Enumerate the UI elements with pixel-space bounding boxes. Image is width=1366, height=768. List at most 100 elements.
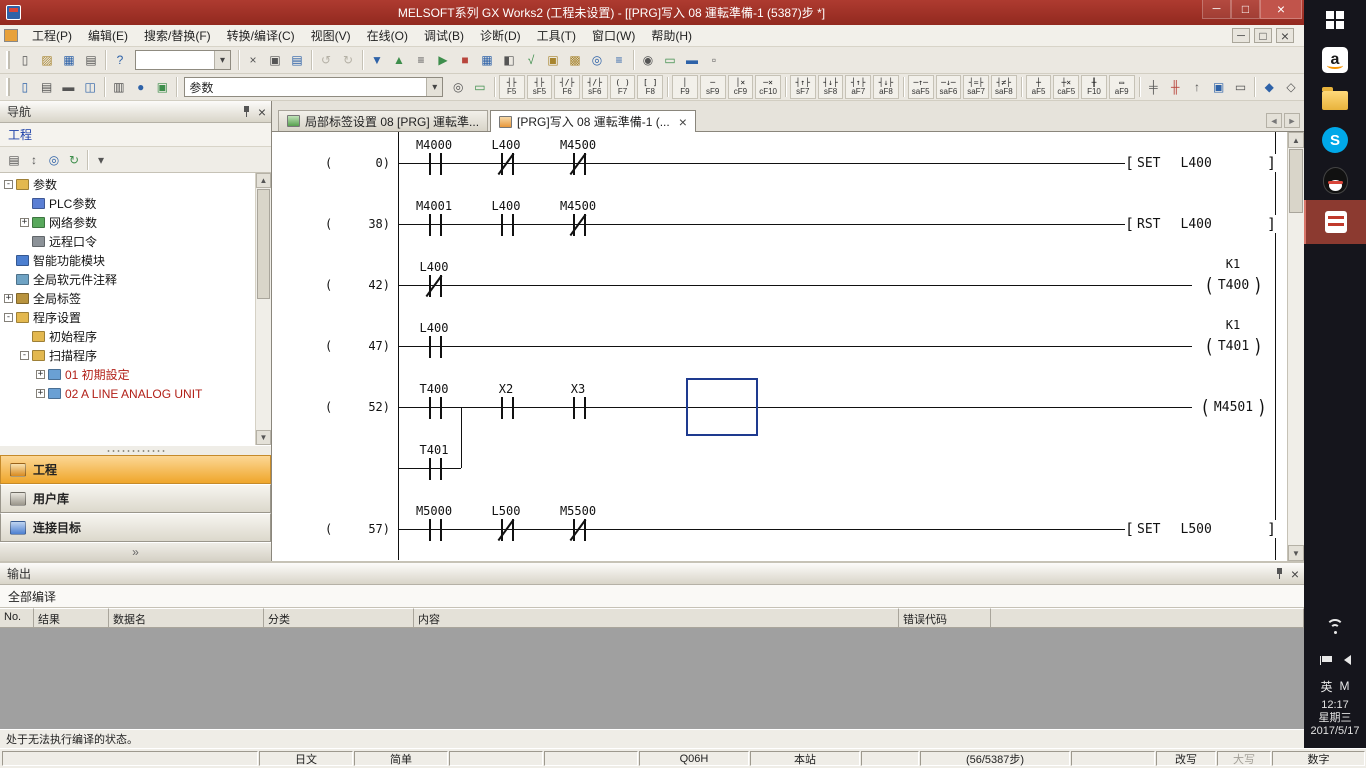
tree-item-initial-program[interactable]: 初始程序 [0,327,253,346]
taskbar-skype-button[interactable]: S [1304,120,1366,160]
scrollbar-thumb[interactable] [257,189,270,299]
ladder-key-caf5[interactable]: ┼×caF5 [1053,75,1079,99]
build-icon[interactable]: ▣ [542,49,564,71]
tree-item-parameter[interactable]: -参数 [0,175,253,194]
tree-item-global-label[interactable]: +全局标签 [0,289,253,308]
child-close-icon[interactable] [1276,28,1294,43]
network-button[interactable] [1304,607,1366,647]
cross-reference-icon[interactable]: ◎ [586,49,608,71]
tree-item-remote-password[interactable]: 远程口令 [0,232,253,251]
menu-online[interactable]: 在线(O) [359,25,416,46]
tree-item-program-setting[interactable]: -程序设置 [0,308,253,327]
taskbar-gx-works2-button[interactable] [1304,200,1366,244]
ladder-key-f9[interactable]: │F9 [672,75,698,99]
coil-M4501[interactable]: M4501 [1192,398,1275,416]
column-error-code[interactable]: 错误代码 [899,608,991,628]
contact-L400[interactable]: L400 [477,199,535,236]
ladder-key-saf6[interactable]: ─↓─saF6 [936,75,962,99]
column-category[interactable]: 分类 [264,608,414,628]
contact-L500-nc[interactable]: L500 [477,504,535,541]
vertical-scrollbar[interactable] [1287,132,1304,561]
menu-window[interactable]: 窗口(W) [584,25,643,46]
menu-tool[interactable]: 工具(T) [529,25,584,46]
expand-toggle[interactable]: + [20,218,29,227]
ladder-key-sf7[interactable]: ┤↑├sF7 [790,75,816,99]
zoom-icon[interactable]: ◉ [637,49,659,71]
program-check-icon[interactable]: √ [520,49,542,71]
tree-item-network-parameter[interactable]: +网络参数 [0,213,253,232]
edit-line-icon[interactable]: ╪ [1143,76,1165,98]
contact-M4000[interactable]: M4000 [405,138,463,175]
menu-find-replace[interactable]: 搜索/替换(F) [136,25,219,46]
input-language-indicator[interactable]: 英 M [1304,673,1366,699]
instruction-edit-icon[interactable]: ▣ [1208,76,1230,98]
ladder-rung-0[interactable]: ( 0) M4000 L400 M4500 SETL400 [272,132,1287,193]
expand-toggle[interactable]: + [36,370,45,379]
menu-view[interactable]: 视图(V) [303,25,359,46]
ladder-key-saf8[interactable]: ┤≠├saF8 [991,75,1017,99]
pulse-conversion-icon[interactable]: ↑ [1186,76,1208,98]
column-data-name[interactable]: 数据名 [109,608,264,628]
tray-icons[interactable] [1304,647,1366,673]
ladder-key-af9[interactable]: ▭aF9 [1109,75,1135,99]
column-no[interactable]: No. [0,608,34,628]
set-instruction[interactable]: SETL400 [1125,154,1276,172]
ladder-key-f10[interactable]: ╂F10 [1081,75,1107,99]
expand-toggle[interactable]: + [36,389,45,398]
close-panel-icon[interactable] [258,105,266,119]
tree-expand-icon[interactable]: ▤ [4,150,24,170]
open-icon[interactable]: ▨ [36,49,58,71]
save-icon[interactable]: ▦ [58,49,80,71]
menu-help[interactable]: 帮助(H) [643,25,700,46]
tree-item-program-01[interactable]: +01 初期設定 [0,365,253,384]
scroll-down-icon[interactable] [256,430,271,445]
ladder-key-saf7[interactable]: ┤=├saF7 [963,75,989,99]
element-selection-window-icon[interactable]: ▤ [36,76,58,98]
view-user-library-button[interactable]: 用户库 [0,484,271,513]
edit-cursor[interactable] [686,378,758,436]
dropdown-arrow-icon[interactable] [214,51,230,69]
device-use-list-icon[interactable]: ▥ [108,76,130,98]
device-list-icon[interactable]: ≡ [608,49,630,71]
tab-scroll-left-icon[interactable] [1266,113,1282,128]
contact-T401-branch[interactable]: T401 [405,443,463,480]
tree-item-plc-parameter[interactable]: PLC参数 [0,194,253,213]
contact-X3[interactable]: X3 [549,382,607,419]
output-window-icon[interactable]: ▬ [58,76,80,98]
start-button[interactable] [1304,0,1366,40]
menu-edit[interactable]: 编辑(E) [80,25,136,46]
data-combobox[interactable]: 参数 [184,77,443,97]
taskbar-qq-button[interactable] [1304,160,1366,200]
copy-icon[interactable]: ▣ [264,49,286,71]
expand-toggle[interactable]: - [4,313,13,322]
expand-toggle[interactable]: - [4,180,13,189]
maximize-button[interactable] [1231,0,1260,19]
monitor-start-icon[interactable]: ▶ [432,49,454,71]
read-mode-icon[interactable]: ◇ [1280,76,1302,98]
view-connection-destination-button[interactable]: 连接目标 [0,513,271,542]
module-monitor-icon[interactable]: ▣ [152,76,174,98]
sort-icon[interactable]: ↕ [24,150,44,170]
ladder-key-saf5[interactable]: ─↑─saF5 [908,75,934,99]
dropdown-arrow-icon[interactable] [426,78,442,96]
ladder-key-f6[interactable]: ┤/├F6 [554,75,580,99]
taskbar-explorer-button[interactable] [1304,80,1366,120]
ladder-key-cf10[interactable]: ─×cF10 [755,75,781,99]
print-icon[interactable]: ▤ [80,49,102,71]
ladder-diagram[interactable]: ( 0) M4000 L400 M4500 SETL400 ( 38) M [272,132,1287,561]
refresh-icon[interactable]: ↻ [64,150,84,170]
contact-L400-nc[interactable]: L400 [405,260,463,297]
tab-local-label-setting[interactable]: 局部标签设置 08 [PRG] 運転準... [278,110,488,131]
child-minimize-icon[interactable] [1232,28,1250,43]
contact-M5500-nc[interactable]: M5500 [549,504,607,541]
close-button[interactable] [1260,0,1302,19]
ladder-key-sf5[interactable]: ┤├sF5 [527,75,553,99]
ladder-rung-2[interactable]: ( 42) L400 K1 T400 [272,254,1287,315]
view-options-icon[interactable]: ▾ [91,150,111,170]
edit-mode-icon[interactable]: ◆ [1258,76,1280,98]
comment-display-icon[interactable]: ▭ [659,49,681,71]
ladder-rung-4[interactable]: ( 52) T400 X2 X3 T401 M4501 [272,376,1287,498]
expand-toggle[interactable]: + [4,294,13,303]
help-icon[interactable]: ? [109,49,131,71]
ladder-key-af8[interactable]: ┤↓├aF8 [873,75,899,99]
